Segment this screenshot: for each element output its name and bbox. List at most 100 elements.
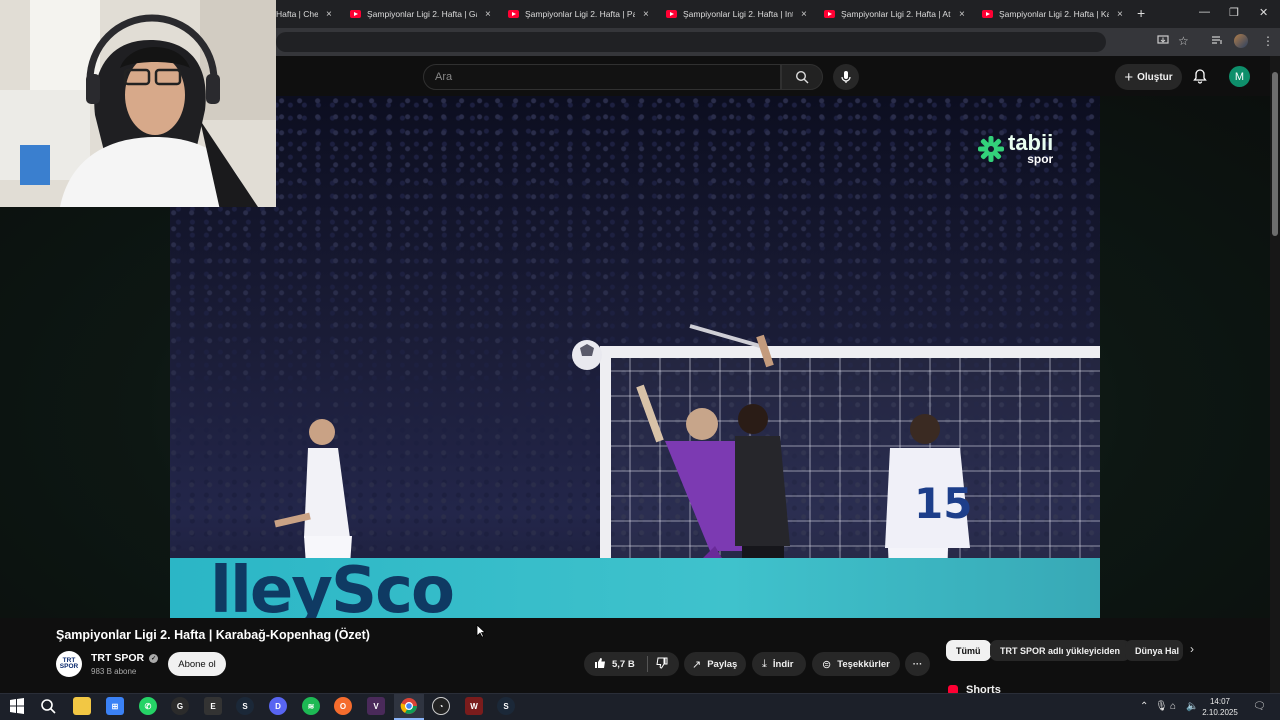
steam-icon[interactable]: S	[497, 697, 515, 715]
subscribe-button[interactable]: Abone ol	[168, 652, 226, 676]
youtube-icon	[666, 10, 677, 18]
share-button[interactable]: ↗ Paylaş	[684, 652, 746, 676]
thanks-button[interactable]: ⊜ Teşekkürler	[812, 652, 900, 676]
share-icon: ↗	[692, 658, 702, 671]
show-hidden-icons-icon[interactable]: ⌃	[1140, 701, 1148, 712]
verified-icon: ✓	[149, 653, 159, 663]
media-controls-icon[interactable]	[1211, 34, 1223, 46]
tab-title: Şampiyonlar Ligi 2. Hafta | Atle	[841, 9, 951, 19]
close-icon[interactable]: ×	[326, 9, 332, 20]
search-icon	[795, 70, 809, 84]
chip-all[interactable]: Tümü	[946, 640, 991, 661]
microphone-icon	[841, 71, 851, 83]
notification-icon[interactable]: 🗨	[1253, 701, 1266, 712]
subscriber-count: 983 B abone	[91, 667, 137, 676]
download-icon: ⤓	[762, 657, 767, 670]
screen: { "browser": { "tabs": [ {"title": "Haft…	[0, 0, 1280, 720]
app-icon[interactable]: W	[465, 697, 483, 715]
browser-menu-icon[interactable]: ⋮	[1262, 34, 1274, 48]
browser-app-icon[interactable]: G	[171, 697, 189, 715]
browser-tab[interactable]: Şampiyonlar Ligi 2. Hafta | Pafo ×	[508, 4, 649, 24]
system-clock[interactable]: 14:07 2.10.2025	[1200, 696, 1240, 718]
plus-icon: +	[1124, 68, 1134, 86]
thumbs-down-icon	[656, 657, 668, 669]
bookmark-star-icon[interactable]: ☆	[1178, 34, 1189, 48]
channel-name-row[interactable]: TRT SPOR ✓	[91, 652, 159, 664]
app-icon[interactable]: V	[367, 697, 385, 715]
minimize-icon[interactable]: —	[1199, 6, 1210, 18]
restore-icon[interactable]: ❐	[1229, 6, 1239, 19]
download-button[interactable]: ⤓ İndir	[752, 652, 806, 676]
streamer-camera-feed	[0, 0, 276, 207]
address-bar[interactable]	[276, 32, 1106, 52]
app-icon[interactable]: ◔	[432, 697, 450, 715]
user-avatar[interactable]: M	[1229, 66, 1250, 87]
thanks-label: Teşekkürler	[837, 658, 890, 670]
video-player[interactable]: 15 lleySco tabii spor	[170, 96, 1100, 618]
tab-title: Hafta | Chel	[276, 9, 318, 19]
tabii-logo-icon	[978, 135, 1004, 162]
chrome-icon[interactable]	[400, 697, 418, 715]
search-icon[interactable]	[39, 697, 57, 715]
discord-icon[interactable]: D	[269, 697, 287, 715]
dislike-button[interactable]	[656, 657, 668, 672]
chip-from-uploader[interactable]: TRT SPOR adlı yükleyiciden	[990, 640, 1131, 661]
close-icon[interactable]: ×	[801, 9, 807, 20]
browser-tab[interactable]: Hafta | Chel ×	[276, 4, 332, 24]
youtube-icon	[982, 10, 993, 18]
share-label: Paylaş	[707, 658, 738, 670]
webcam-overlay	[0, 0, 276, 207]
volume-icon[interactable]: 🔈	[1186, 701, 1198, 712]
voice-search-button[interactable]	[833, 64, 859, 90]
youtube-icon	[508, 10, 519, 18]
close-icon[interactable]: ×	[1117, 9, 1123, 20]
install-app-icon[interactable]	[1157, 34, 1169, 46]
origin-icon[interactable]: O	[334, 697, 352, 715]
clock-date: 2.10.2025	[1202, 708, 1238, 717]
create-label: Oluştur	[1137, 71, 1173, 83]
search-input[interactable]: Ara	[423, 64, 781, 90]
scrollbar-thumb[interactable]	[1272, 72, 1278, 236]
spotify-icon[interactable]: ≋	[302, 697, 320, 715]
bell-icon[interactable]	[1192, 68, 1208, 84]
create-button[interactable]: + Oluştur	[1115, 64, 1182, 90]
microphone-tray-icon[interactable]: 🎙	[1155, 701, 1168, 712]
chip-world[interactable]: Dünya Hal	[1125, 640, 1183, 661]
browser-tab[interactable]: Şampiyonlar Ligi 2. Hafta | Gala ×	[350, 4, 491, 24]
like-dislike-group: 5,7 B	[584, 652, 679, 676]
store-icon[interactable]: ⊞	[106, 697, 124, 715]
file-explorer-icon[interactable]	[73, 697, 91, 715]
svg-text:15: 15	[914, 479, 972, 528]
youtube-icon	[350, 10, 361, 18]
thumbs-up-icon	[595, 657, 605, 668]
more-actions-button[interactable]: ···	[905, 652, 930, 676]
like-divider	[646, 656, 648, 672]
close-icon[interactable]: ×	[643, 9, 649, 20]
chevron-right-icon[interactable]: ›	[1190, 642, 1194, 656]
channel-avatar[interactable]: TRT SPOR	[56, 651, 82, 677]
start-icon[interactable]	[8, 697, 26, 715]
browser-tab[interactable]: Şampiyonlar Ligi 2. Hafta | Kair ×	[982, 4, 1123, 24]
tab-title: Şampiyonlar Ligi 2. Hafta | Kair	[999, 9, 1109, 19]
windows-taskbar	[0, 693, 1280, 720]
browser-tab[interactable]: Şampiyonlar Ligi 2. Hafta | Atle ×	[824, 4, 965, 24]
close-icon[interactable]: ×	[959, 9, 965, 20]
channel-avatar-line2: SPOR	[59, 663, 79, 670]
new-tab-button[interactable]: +	[1137, 5, 1145, 21]
football-scene: 15	[274, 324, 1100, 618]
search-button[interactable]	[781, 64, 823, 90]
more-icon: ···	[912, 658, 923, 670]
steam-icon[interactable]: S	[236, 697, 254, 715]
like-count: 5,7 B	[612, 658, 635, 670]
whatsapp-icon[interactable]: ✆	[139, 697, 157, 715]
network-icon[interactable]: ⌂	[1170, 701, 1176, 712]
close-icon[interactable]: ×	[485, 9, 491, 20]
browser-tab[interactable]: Şampiyonlar Ligi 2. Hafta | Inter ×	[666, 4, 807, 24]
like-button[interactable]	[594, 657, 606, 672]
clock-time: 14:07	[1209, 697, 1231, 706]
profile-avatar-icon[interactable]	[1234, 34, 1248, 48]
advertising-board-lettering: lleySco	[210, 554, 455, 618]
epic-games-icon[interactable]: E	[204, 697, 222, 715]
tab-title: Şampiyonlar Ligi 2. Hafta | Gala	[367, 9, 477, 19]
window-close-icon[interactable]: ✕	[1259, 6, 1268, 19]
